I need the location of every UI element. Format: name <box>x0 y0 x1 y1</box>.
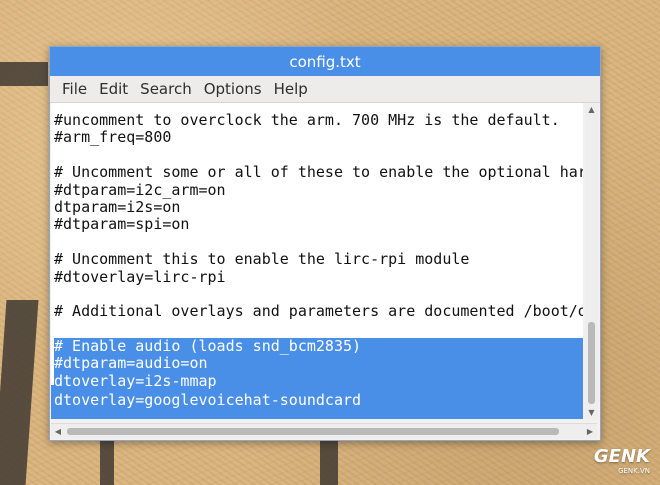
editor-lines: #uncomment to overclock the arm. 700 MHz… <box>54 111 583 410</box>
editor-line: # Uncomment some or all of these to enab… <box>54 163 583 182</box>
editor-line: # Uncomment this to enable the lirc-rpi … <box>54 250 470 269</box>
menu-file[interactable]: File <box>56 80 93 98</box>
scroll-up-arrow-icon[interactable]: ▲ <box>585 104 598 116</box>
vertical-scrollbar[interactable]: ▲ ▼ <box>585 104 598 419</box>
watermark-logo: GENK GENK.VN <box>594 446 650 475</box>
watermark-brand: GENK <box>593 446 650 467</box>
menu-help[interactable]: Help <box>268 80 314 98</box>
editor-line: # Additional overlays and parameters are… <box>54 302 583 321</box>
editor-line: #dtoverlay=lirc-rpi <box>54 267 226 286</box>
editor-line: #arm_freq=800 <box>54 128 172 147</box>
scroll-right-arrow-icon[interactable]: ▶ <box>583 424 597 439</box>
text-editor-area[interactable]: #uncomment to overclock the arm. 700 MHz… <box>51 103 583 419</box>
background-shadow-left <box>0 300 39 485</box>
editor-line: #dtparam=spi=on <box>54 215 190 234</box>
menu-bar: File Edit Search Options Help <box>50 76 600 103</box>
horizontal-scroll-thumb[interactable] <box>67 428 559 435</box>
background-shadow-bottom <box>100 438 114 485</box>
text-editor-window: config.txt File Edit Search Options Help… <box>49 46 601 441</box>
editor-line: #uncomment to overclock the arm. 700 MHz… <box>54 111 560 129</box>
scroll-down-arrow-icon[interactable]: ▼ <box>585 407 598 419</box>
title-bar[interactable]: config.txt <box>50 47 600 76</box>
editor-line-selected: dtoverlay=i2s-mmap <box>54 372 583 391</box>
menu-options[interactable]: Options <box>198 80 268 98</box>
editor-line: dtparam=i2s=on <box>54 197 181 216</box>
editor-line-selected: #dtparam=audio=on <box>54 355 583 373</box>
editor-line-selected: dtoverlay=googlevoicehat-soundcard <box>54 391 362 410</box>
editor-line: #dtparam=i2c_arm=on <box>54 180 226 199</box>
menu-edit[interactable]: Edit <box>93 80 134 98</box>
horizontal-scrollbar[interactable]: ◀ ▶ <box>51 423 597 439</box>
menu-search[interactable]: Search <box>134 80 198 98</box>
scroll-left-arrow-icon[interactable]: ◀ <box>51 424 65 439</box>
editor-line-selected: # Enable audio (loads snd_bcm2835) <box>54 337 583 356</box>
window-title: config.txt <box>289 52 361 71</box>
vertical-scroll-thumb[interactable] <box>588 322 595 404</box>
background-shadow-bottom-2 <box>320 438 338 485</box>
watermark-sub: GENK.VN <box>618 467 650 475</box>
background-shadow-top <box>0 62 48 86</box>
